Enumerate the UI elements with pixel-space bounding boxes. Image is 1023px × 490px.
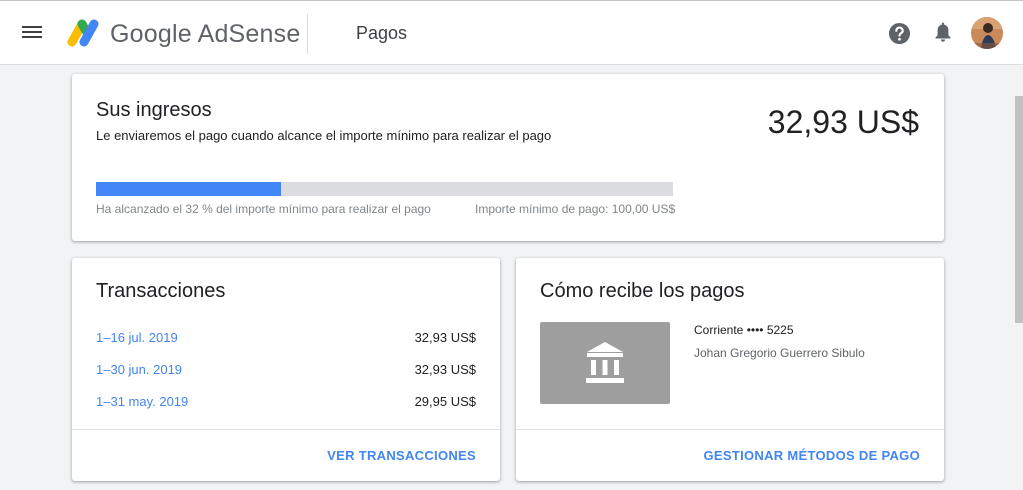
transaction-amount: 29,95 US$ [414,394,476,409]
payment-method-title: Cómo recibe los pagos [540,280,745,302]
bank-account-tile [540,322,670,404]
bank-icon [586,342,624,383]
progress-reached-text: Ha alcanzado el 32 % del importe mínimo … [96,202,431,216]
transactions-card: Transacciones 1–16 jul. 2019 32,93 US$ 1… [72,258,500,481]
card-divider [516,429,944,430]
brand-name[interactable]: Google AdSense [110,20,300,49]
transaction-amount: 32,93 US$ [414,362,476,377]
transaction-row: 1–16 jul. 2019 32,93 US$ [96,330,476,350]
payment-threshold-progress [96,182,673,196]
notifications-bell-icon[interactable] [931,21,955,45]
minimum-payment-text: Importe mínimo de pago: 100,00 US$ [475,202,676,216]
transaction-period-link[interactable]: 1–16 jul. 2019 [96,330,178,345]
transactions-title: Transacciones [96,280,226,302]
transaction-period-link[interactable]: 1–30 jun. 2019 [96,362,182,377]
top-app-bar: Google AdSense Pagos [0,0,1023,65]
transaction-row: 1–30 jun. 2019 32,93 US$ [96,362,476,382]
progress-fill [96,182,281,196]
adsense-logo-icon[interactable] [64,16,100,48]
transaction-amount: 32,93 US$ [414,330,476,345]
transaction-period-link[interactable]: 1–31 may. 2019 [96,394,188,409]
avatar[interactable] [971,17,1003,49]
earnings-subtitle: Le enviaremos el pago cuando alcance el … [96,128,552,143]
account-holder-name: Johan Gregorio Guerrero Sibulo [694,346,865,360]
earnings-amount: 32,93 US$ [767,104,919,140]
page-scrollbar-thumb[interactable] [1015,96,1023,323]
header-divider [307,14,308,54]
manage-payment-methods-button[interactable]: GESTIONAR MÉTODOS DE PAGO [704,448,920,463]
transaction-row: 1–31 may. 2019 29,95 US$ [96,394,476,414]
earnings-title: Sus ingresos [96,99,212,121]
view-transactions-button[interactable]: VER TRANSACCIONES [327,448,476,463]
account-number: Corriente •••• 5225 [694,323,794,337]
menu-icon[interactable] [22,23,46,45]
payment-method-card: Cómo recibe los pagos Corriente •••• 522… [516,258,944,481]
page-title: Pagos [356,23,408,43]
help-icon[interactable] [888,22,911,45]
card-divider [72,429,500,430]
earnings-card: Sus ingresos Le enviaremos el pago cuand… [72,74,944,241]
